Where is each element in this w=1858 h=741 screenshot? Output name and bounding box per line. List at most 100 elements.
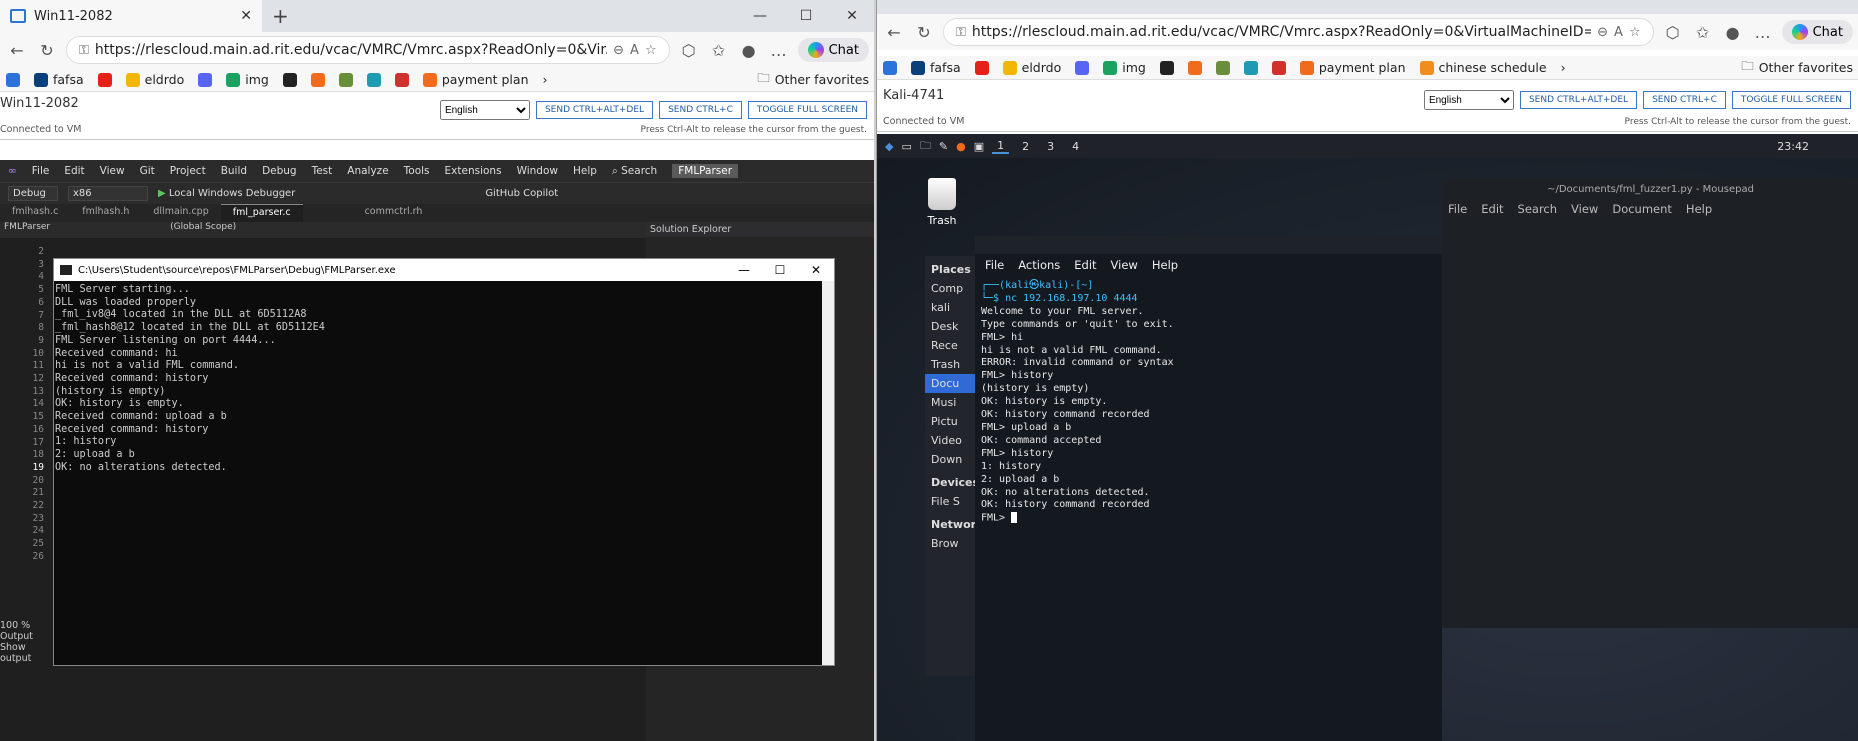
fav-red[interactable] (394, 72, 409, 87)
mp-menu-document[interactable]: Document (1612, 202, 1672, 216)
send-ctrl-c-button[interactable]: SEND CTRL+C (659, 101, 742, 119)
menu-edit[interactable]: Edit (64, 165, 84, 177)
fav-payment-plan[interactable]: payment plan (422, 72, 529, 87)
fav-discord[interactable] (198, 72, 213, 87)
other-favorites[interactable]: 🗀 Other favorites (1741, 57, 1853, 78)
menu-git[interactable]: Git (140, 165, 155, 177)
refresh-icon[interactable]: ↻ (36, 41, 58, 60)
fav-img[interactable]: img (226, 72, 269, 87)
start-debugging-button[interactable]: ▶ Local Windows Debugger (158, 188, 295, 199)
profile-icon[interactable]: ● (1722, 23, 1744, 42)
fav-teal[interactable] (366, 72, 381, 87)
fav-fafsa[interactable]: fafsa (34, 72, 84, 87)
extensions-icon[interactable]: ⬡ (1662, 23, 1684, 42)
fav-chinese-schedule[interactable]: chinese schedule (1419, 60, 1547, 75)
kali-menu-icon[interactable]: ◆ (885, 140, 893, 153)
address-bar[interactable]: ⚿ https://rlescloud.main.ad.rit.edu/vcac… (66, 36, 670, 64)
favorite-star-icon[interactable]: ☆ (645, 43, 657, 58)
maximize-icon[interactable]: ☐ (762, 263, 798, 277)
menu-build[interactable]: Build (221, 165, 247, 177)
profile-icon[interactable]: ● (738, 41, 760, 60)
workspace-3[interactable]: 3 (1042, 140, 1059, 153)
zoom-icon[interactable]: ⊖ (613, 43, 624, 58)
mp-menu-help[interactable]: Help (1686, 202, 1712, 216)
toggle-full-screen-button[interactable]: TOGGLE FULL SCREEN (1731, 91, 1851, 109)
copilot-chat-button[interactable]: Chat (1781, 20, 1853, 44)
menu-tools[interactable]: Tools (404, 165, 430, 177)
site-info-icon[interactable]: ⚿ (79, 43, 89, 58)
site-info-icon[interactable]: ⚿ (956, 25, 966, 40)
zoom-icon[interactable]: ⊖ (1597, 25, 1608, 40)
more-icon[interactable]: … (1752, 23, 1774, 42)
project-scope[interactable]: FMLParser (4, 222, 50, 238)
menu-debug[interactable]: Debug (262, 165, 297, 177)
term-menu-file[interactable]: File (985, 258, 1004, 272)
menu-file[interactable]: File (32, 165, 50, 177)
term-menu-edit[interactable]: Edit (1074, 258, 1096, 272)
other-favorites[interactable]: 🗀 Other favorites (757, 69, 869, 90)
term-menu-view[interactable]: View (1111, 258, 1138, 272)
copilot-button[interactable]: GitHub Copilot (485, 188, 558, 199)
fav-teal[interactable] (1243, 60, 1258, 75)
show-desktop-icon[interactable]: ▭ (901, 140, 911, 153)
term-menu-help[interactable]: Help (1152, 258, 1178, 272)
terminal-output[interactable]: ┌──(kali㉿kali)-[~] └─$ nc 192.168.197.10… (975, 276, 1442, 526)
fav-ms-icon[interactable] (6, 72, 20, 87)
send-ctrl-c-button[interactable]: SEND CTRL+C (1643, 91, 1726, 109)
minimize-icon[interactable]: — (726, 263, 762, 277)
extensions-icon[interactable]: ⬡ (678, 41, 700, 60)
back-icon[interactable]: ← (6, 41, 28, 60)
fav-ms-icon[interactable] (883, 60, 897, 75)
favorite-star-icon[interactable]: ☆ (1629, 25, 1641, 40)
vs-search[interactable]: ⌕ Search (612, 165, 657, 178)
send-ctrl-alt-del-button[interactable]: SEND CTRL+ALT+DEL (1519, 91, 1638, 109)
platform-dropdown[interactable]: x86 (68, 186, 148, 201)
copilot-chat-button[interactable]: Chat (797, 38, 869, 62)
new-tab-icon[interactable]: + (272, 4, 289, 28)
tab-fmlhash-h[interactable]: fmlhash.h (70, 204, 141, 222)
fav-eldrdo[interactable]: eldrdo (125, 72, 184, 87)
toggle-full-screen-button[interactable]: TOGGLE FULL SCREEN (747, 101, 867, 119)
favorites-icon[interactable]: ✩ (1692, 23, 1714, 42)
fav-shield[interactable] (338, 72, 353, 87)
fav-discord[interactable] (1075, 60, 1090, 75)
fav-more-chevron-icon[interactable]: › (1561, 60, 1566, 75)
fav-more-chevron-icon[interactable]: › (543, 72, 548, 87)
language-select[interactable]: English (439, 100, 530, 120)
maximize-icon[interactable]: ☐ (783, 0, 829, 32)
fav-red[interactable] (1271, 60, 1286, 75)
fav-orange[interactable] (1187, 60, 1202, 75)
text-editor-icon[interactable]: ✎ (939, 140, 948, 153)
refresh-icon[interactable]: ↻ (913, 23, 935, 42)
fav-payment-plan[interactable]: payment plan (1299, 60, 1406, 75)
workspace-2[interactable]: 2 (1017, 140, 1034, 153)
workspace-1[interactable]: 1 (992, 139, 1010, 154)
fav-orange[interactable] (310, 72, 325, 87)
workspace-4[interactable]: 4 (1067, 140, 1084, 153)
tab-fml-parser[interactable]: fml_parser.c (220, 204, 303, 222)
fav-fafsa[interactable]: fafsa (911, 60, 961, 75)
close-icon[interactable]: ✕ (798, 263, 834, 277)
menu-project[interactable]: Project (170, 165, 206, 177)
term-menu-actions[interactable]: Actions (1018, 258, 1060, 272)
show-output[interactable]: Show output (0, 642, 52, 664)
menu-window[interactable]: Window (517, 165, 558, 177)
menu-help[interactable]: Help (573, 165, 597, 177)
zoom-level[interactable]: 100 % (0, 620, 52, 631)
trash-desktop-icon[interactable]: Trash (917, 178, 967, 227)
fav-img[interactable]: img (1103, 60, 1146, 75)
firefox-icon[interactable]: ● (956, 140, 966, 153)
config-dropdown[interactable]: Debug (8, 186, 58, 201)
tab-fmlhash-c[interactable]: fmlhash.c (0, 204, 70, 222)
close-tab-icon[interactable]: ✕ (240, 8, 252, 24)
read-aloud-icon[interactable]: A (630, 43, 639, 58)
read-aloud-icon[interactable]: A (1614, 25, 1623, 40)
fav-dark[interactable] (282, 72, 297, 87)
terminal-icon[interactable]: ▣ (974, 140, 984, 153)
tab-commctrl[interactable]: commctrl.rh (353, 204, 435, 222)
menu-test[interactable]: Test (312, 165, 333, 177)
fav-youtube[interactable] (97, 72, 112, 87)
console-scrollbar[interactable] (822, 281, 834, 665)
menu-analyze[interactable]: Analyze (347, 165, 388, 177)
close-window-icon[interactable]: ✕ (829, 0, 875, 32)
